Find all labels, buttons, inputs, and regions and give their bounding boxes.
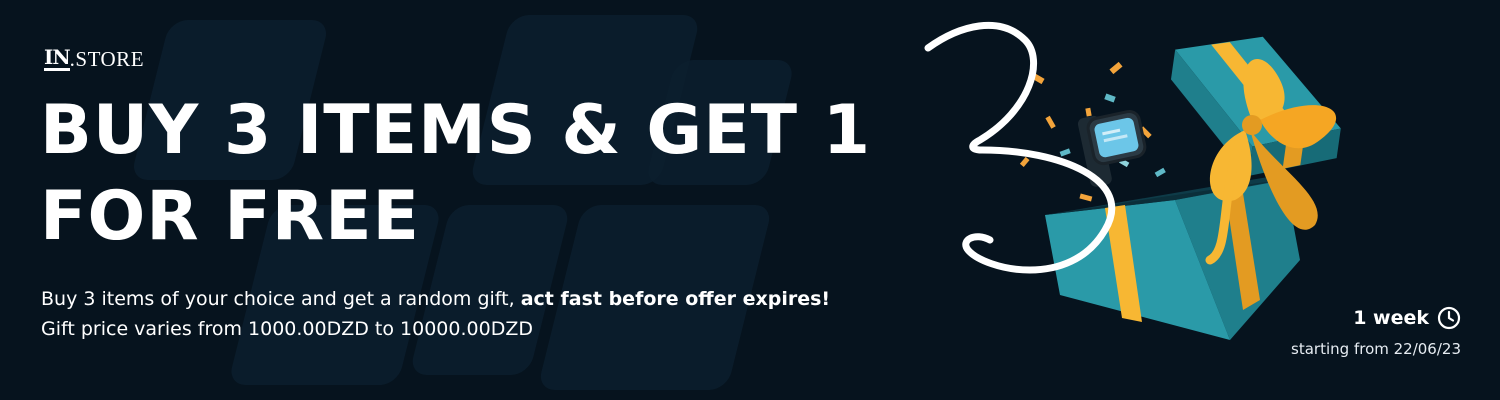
promo-description: Buy 3 items of your choice and get a ran… [41, 284, 830, 344]
offer-start-date: starting from 22/06/23 [1291, 340, 1461, 358]
logo-mark: IN [44, 45, 71, 71]
logo-text: .STORE [69, 46, 145, 71]
description-line-2: Gift price varies from 1000.00DZD to 100… [41, 318, 533, 340]
promo-banner: IN .STORE BUY 3 ITEMS & GET 1 FOR FREE B… [0, 0, 1500, 400]
duration-label: 1 week [1353, 307, 1429, 329]
clock-icon [1437, 306, 1461, 330]
store-logo[interactable]: IN .STORE [44, 46, 144, 72]
headline-line-2: FOR FREE [40, 177, 421, 256]
headline-line-1: BUY 3 ITEMS & GET 1 [40, 91, 872, 170]
description-line-1: Buy 3 items of your choice and get a ran… [41, 284, 830, 314]
description-plain: Buy 3 items of your choice and get a ran… [41, 288, 521, 310]
promo-headline: BUY 3 ITEMS & GET 1 FOR FREE [40, 88, 871, 260]
offer-duration: 1 week [1353, 306, 1461, 330]
description-emphasis: act fast before offer expires! [520, 288, 831, 310]
